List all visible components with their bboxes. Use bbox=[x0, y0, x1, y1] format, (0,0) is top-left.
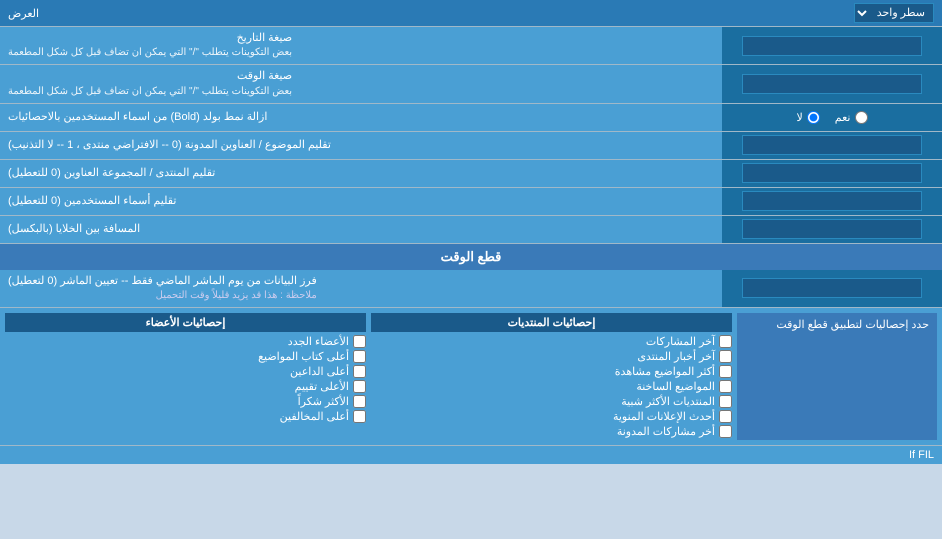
stat-member-3: أعلى الداعين bbox=[5, 365, 366, 378]
bold-no-label[interactable]: لا bbox=[797, 111, 820, 124]
bold-yes-label[interactable]: نعم bbox=[835, 111, 868, 124]
stat-forum-2-checkbox[interactable] bbox=[719, 350, 732, 363]
footer-note: If FIL bbox=[0, 445, 942, 464]
stat-forum-6: أحدث الإعلانات المنوية bbox=[371, 410, 732, 423]
stat-forum-1: آخر المشاركات bbox=[371, 335, 732, 348]
header-label: العرض bbox=[8, 7, 39, 20]
forum-stats-col: إحصائيات المنتديات آخر المشاركات آخر أخب… bbox=[371, 313, 732, 440]
forum-stats-header: إحصائيات المنتديات bbox=[371, 313, 732, 332]
stat-forum-3: أكثر المواضيع مشاهدة bbox=[371, 365, 732, 378]
stat-member-3-checkbox[interactable] bbox=[353, 365, 366, 378]
usernames-input-container[interactable]: 0 bbox=[722, 188, 942, 215]
time-format-input-container[interactable]: H:i bbox=[722, 65, 942, 102]
stat-member-4: الأعلى تقييم bbox=[5, 380, 366, 393]
topics-input[interactable]: 33 bbox=[742, 135, 922, 155]
stat-forum-6-checkbox[interactable] bbox=[719, 410, 732, 423]
usernames-input[interactable]: 0 bbox=[742, 191, 922, 211]
stat-forum-4-checkbox[interactable] bbox=[719, 380, 732, 393]
bold-radio-group: نعم لا bbox=[797, 111, 868, 124]
topics-threads-row: 33 تقليم الموضوع / العناوين المدونة (0 -… bbox=[0, 132, 942, 160]
topics-label: تقليم الموضوع / العناوين المدونة (0 -- ا… bbox=[0, 132, 722, 159]
time-format-label: صيغة الوقت بعض التكوينات يتطلب "/" التي … bbox=[0, 65, 722, 102]
forum-input-container[interactable]: 33 bbox=[722, 160, 942, 187]
stat-member-1-checkbox[interactable] bbox=[353, 335, 366, 348]
view-select[interactable]: سطر واحدسطرينثلاثة أسطر bbox=[854, 3, 934, 23]
topics-input-container[interactable]: 33 bbox=[722, 132, 942, 159]
stat-forum-2: آخر أخبار المنتدى bbox=[371, 350, 732, 363]
header-row: سطر واحدسطرينثلاثة أسطر العرض bbox=[0, 0, 942, 27]
main-container: سطر واحدسطرينثلاثة أسطر العرض d-m صيغة ا… bbox=[0, 0, 942, 464]
stat-member-1: الأعضاء الجدد bbox=[5, 335, 366, 348]
bottom-stats-section: حدد إحصاليات لتطبيق قطع الوقت إحصائيات ا… bbox=[0, 308, 942, 445]
members-stats-col: إحصائيات الأعضاء الأعضاء الجدد أعلى كتاب… bbox=[5, 313, 366, 440]
time-format-row: H:i صيغة الوقت بعض التكوينات يتطلب "/" ا… bbox=[0, 65, 942, 103]
date-format-input-container[interactable]: d-m bbox=[722, 27, 942, 64]
bold-remove-label: ازالة نمط بولد (Bold) من اسماء المستخدمي… bbox=[0, 104, 722, 131]
cell-spacing-input[interactable]: 2 bbox=[742, 219, 922, 239]
bold-radio-container[interactable]: نعم لا bbox=[722, 104, 942, 131]
stat-forum-7-checkbox[interactable] bbox=[719, 425, 732, 438]
dropdown-container[interactable]: سطر واحدسطرينثلاثة أسطر bbox=[854, 3, 934, 23]
stat-forum-1-checkbox[interactable] bbox=[719, 335, 732, 348]
stat-forum-5-checkbox[interactable] bbox=[719, 395, 732, 408]
usernames-row: 0 تقليم أسماء المستخدمين (0 للتعطيل) bbox=[0, 188, 942, 216]
stat-member-5: الأكثر شكراً bbox=[5, 395, 366, 408]
cutoff-input-container[interactable]: 0 bbox=[722, 270, 942, 307]
apply-stats-label: حدد إحصاليات لتطبيق قطع الوقت bbox=[737, 313, 937, 440]
cell-spacing-input-container[interactable]: 2 bbox=[722, 216, 942, 243]
stat-member-4-checkbox[interactable] bbox=[353, 380, 366, 393]
date-format-input[interactable]: d-m bbox=[742, 36, 922, 56]
forum-input[interactable]: 33 bbox=[742, 163, 922, 183]
date-format-row: d-m صيغة التاريخ بعض التكوينات يتطلب "/"… bbox=[0, 27, 942, 65]
forum-members-row: 33 تقليم المنتدى / المجموعة العناوين (0 … bbox=[0, 160, 942, 188]
stat-member-5-checkbox[interactable] bbox=[353, 395, 366, 408]
cutoff-label: فرز البيانات من يوم الماشر الماضي فقط --… bbox=[0, 270, 722, 307]
cutoff-row: 0 فرز البيانات من يوم الماشر الماضي فقط … bbox=[0, 270, 942, 308]
stat-member-2-checkbox[interactable] bbox=[353, 350, 366, 363]
stat-member-6-checkbox[interactable] bbox=[353, 410, 366, 423]
bold-no-radio[interactable] bbox=[807, 111, 820, 124]
time-format-input[interactable]: H:i bbox=[742, 74, 922, 94]
stat-member-6: أعلى المخالفين bbox=[5, 410, 366, 423]
stat-forum-7: أخر مشاركات المدونة bbox=[371, 425, 732, 438]
usernames-label: تقليم أسماء المستخدمين (0 للتعطيل) bbox=[0, 188, 722, 215]
stat-forum-3-checkbox[interactable] bbox=[719, 365, 732, 378]
bold-remove-row: نعم لا ازالة نمط بولد (Bold) من اسماء ال… bbox=[0, 104, 942, 132]
stat-member-2: أعلى كتاب المواضيع bbox=[5, 350, 366, 363]
bold-yes-radio[interactable] bbox=[855, 111, 868, 124]
cutoff-section-header: قطع الوقت bbox=[0, 244, 942, 270]
stat-forum-4: المواضيع الساخنة bbox=[371, 380, 732, 393]
cutoff-input[interactable]: 0 bbox=[742, 278, 922, 298]
members-stats-header: إحصائيات الأعضاء bbox=[5, 313, 366, 332]
date-format-label: صيغة التاريخ بعض التكوينات يتطلب "/" الت… bbox=[0, 27, 722, 64]
cell-spacing-row: 2 المسافة بين الخلايا (بالبكسل) bbox=[0, 216, 942, 244]
forum-label: تقليم المنتدى / المجموعة العناوين (0 للت… bbox=[0, 160, 722, 187]
cell-spacing-label: المسافة بين الخلايا (بالبكسل) bbox=[0, 216, 722, 243]
stat-forum-5: المنتديات الأكثر شبية bbox=[371, 395, 732, 408]
